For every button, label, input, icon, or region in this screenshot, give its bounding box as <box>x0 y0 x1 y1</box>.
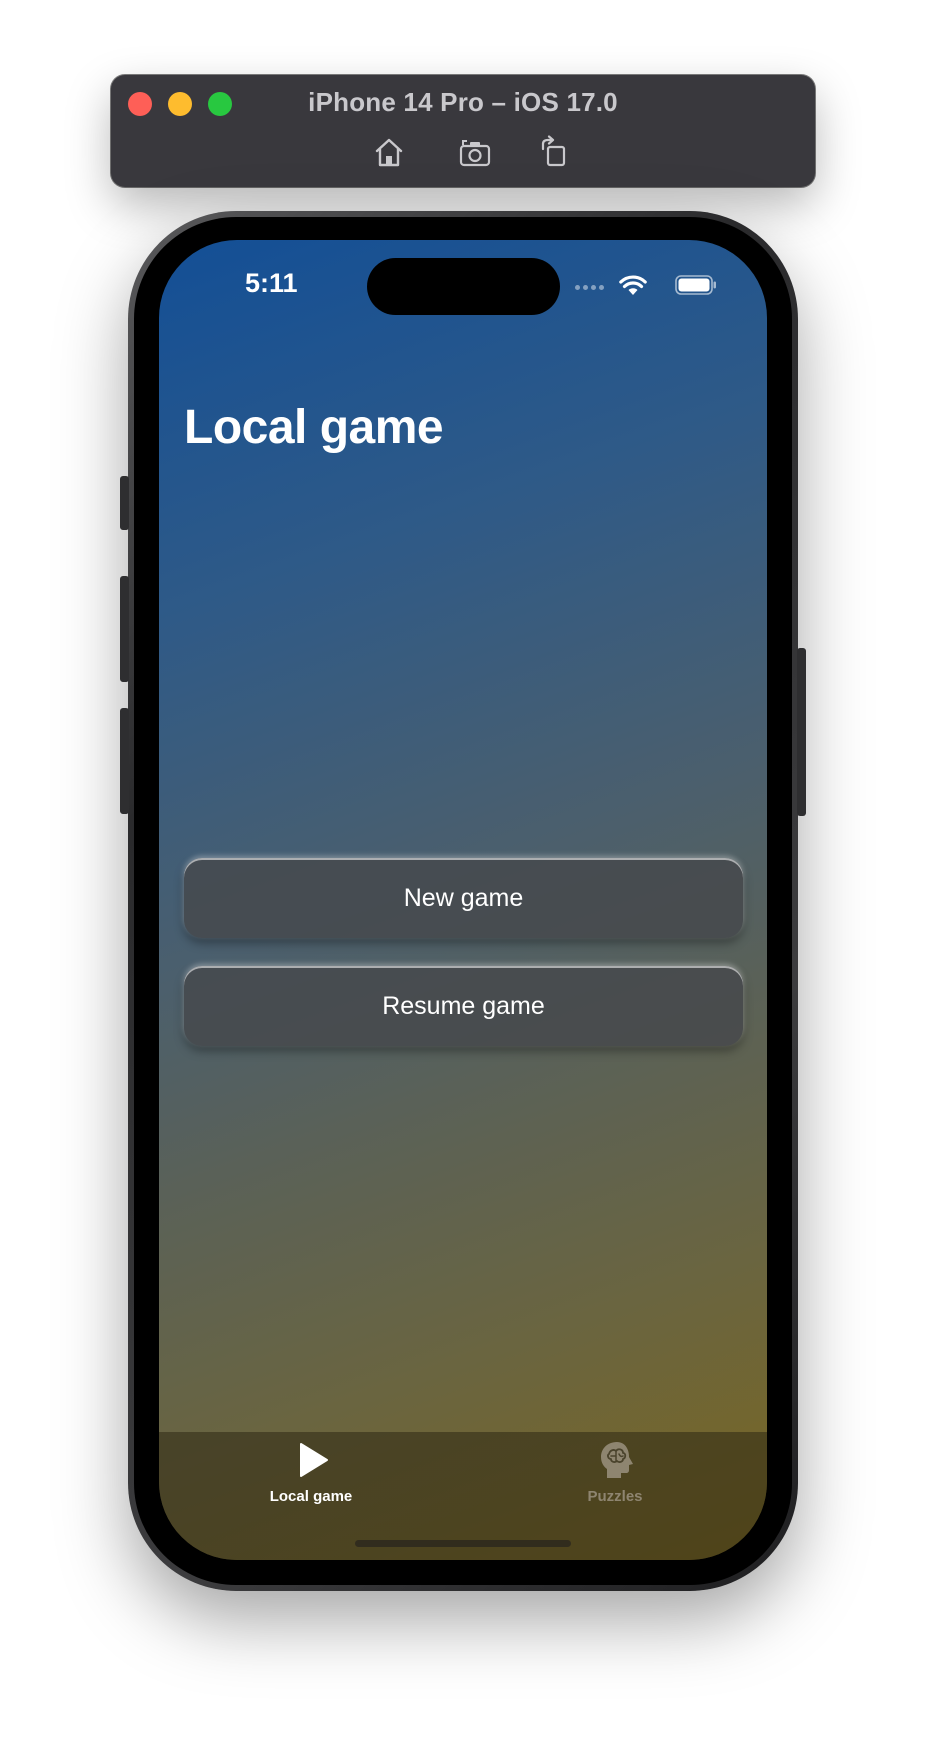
tab-bar: Local game Puzzles <box>159 1432 767 1560</box>
status-icons <box>557 274 717 298</box>
screenshot-icon <box>459 140 491 167</box>
play-icon <box>300 1443 328 1477</box>
tab-local-game[interactable]: Local game <box>211 1432 411 1522</box>
rotate-button[interactable] <box>535 135 571 169</box>
phone-screen: 5:11 Local game New game Resume game Loc… <box>159 240 767 1560</box>
page-title: Local game <box>184 401 444 454</box>
resume-game-button[interactable]: Resume game <box>184 966 743 1046</box>
home-indicator[interactable] <box>355 1540 571 1547</box>
desktop-background: iPhone 14 Pro – iOS 17.0 5:11 Local game… <box>0 0 928 1744</box>
home-button[interactable] <box>371 135 407 169</box>
dynamic-island <box>367 258 560 315</box>
volume-down-button <box>120 708 129 814</box>
home-icon <box>375 138 403 167</box>
battery-icon <box>675 275 716 295</box>
wifi-icon <box>619 275 647 295</box>
volume-up-button <box>120 576 129 682</box>
tab-puzzles[interactable]: Puzzles <box>515 1432 715 1522</box>
new-game-button[interactable]: New game <box>184 858 743 938</box>
action-button <box>120 476 129 530</box>
simulator-toolbar <box>111 135 815 169</box>
tab-puzzles-label: Puzzles <box>587 1488 643 1505</box>
rotate-icon <box>541 135 566 167</box>
simulator-title-bar: iPhone 14 Pro – iOS 17.0 <box>111 75 815 187</box>
cellular-signal-icon <box>575 285 605 291</box>
simulator-title: iPhone 14 Pro – iOS 17.0 <box>308 87 618 117</box>
power-button <box>797 648 806 816</box>
tab-local-game-label: Local game <box>269 1488 353 1505</box>
brain-head-icon <box>601 1442 633 1478</box>
screenshot-button[interactable] <box>457 135 493 169</box>
status-time: 5:11 <box>245 268 298 298</box>
